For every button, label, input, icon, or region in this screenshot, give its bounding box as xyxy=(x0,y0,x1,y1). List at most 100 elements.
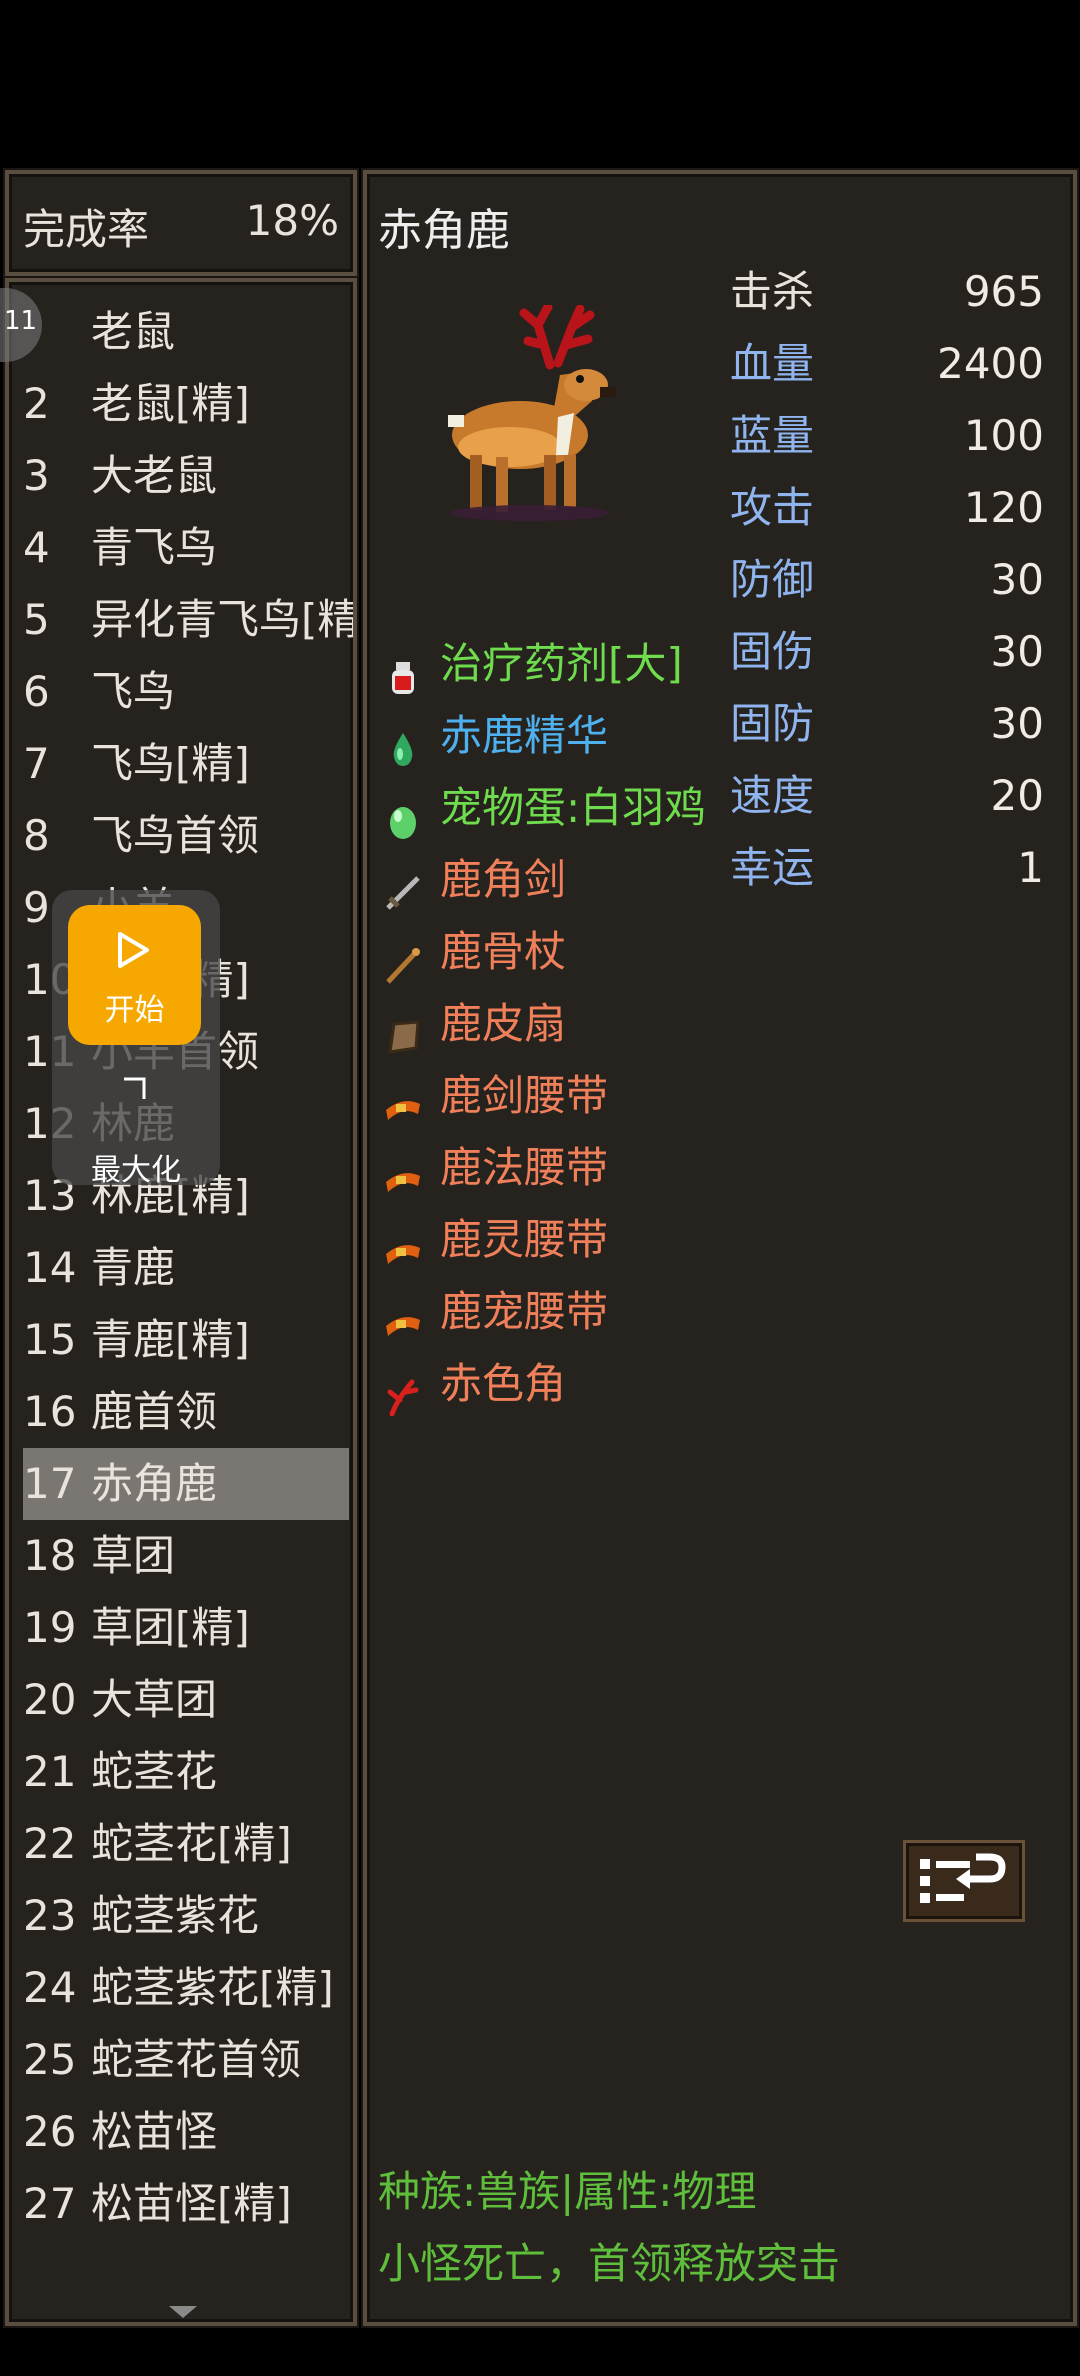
belt-icon xyxy=(384,1294,422,1336)
list-item-name: 蛇茎花[精] xyxy=(91,1819,292,1868)
list-item-number: 17 xyxy=(23,1459,77,1508)
stat-value: 30 xyxy=(990,699,1044,748)
list-item[interactable]: 6 飞鸟 xyxy=(23,656,349,728)
list-item[interactable]: 26 松苗怪 xyxy=(23,2096,349,2168)
list-item[interactable]: 21 蛇茎花 xyxy=(23,1736,349,1808)
list-item-name: 青鹿[精] xyxy=(91,1315,250,1364)
list-item-name: 松苗怪 xyxy=(91,2107,218,2156)
list-item[interactable]: 8 飞鸟首领 xyxy=(23,800,349,872)
list-item-name: 飞鸟 xyxy=(91,667,176,716)
list-item[interactable]: 15 青鹿[精] xyxy=(23,1304,349,1376)
sword-icon xyxy=(384,862,422,910)
list-item-number: 14 xyxy=(23,1243,77,1292)
stat-row: 防御 30 xyxy=(730,544,1044,616)
list-item[interactable]: 27 松苗怪[精] xyxy=(23,2168,349,2240)
stat-label: 固伤 xyxy=(730,627,815,676)
stat-row: 血量 2400 xyxy=(730,328,1044,400)
list-item-name: 鹿首领 xyxy=(91,1387,218,1436)
list-item-name: 老鼠 xyxy=(91,307,176,356)
stat-value: 965 xyxy=(963,267,1044,316)
list-item[interactable]: 5 异化青飞鸟[精] xyxy=(23,584,353,656)
list-item-number: 4 xyxy=(23,523,50,572)
list-item-number: 5 xyxy=(23,595,50,644)
drop-item-name: 鹿灵腰带 xyxy=(440,1215,609,1264)
list-item-name: 老鼠[精] xyxy=(91,379,250,428)
list-item-number: 7 xyxy=(23,739,50,788)
list-item-number: 15 xyxy=(23,1315,77,1364)
start-label: 开始 xyxy=(104,993,165,1028)
stat-label: 固防 xyxy=(730,699,815,748)
list-item-number: 22 xyxy=(23,1819,77,1868)
stat-value: 30 xyxy=(990,555,1044,604)
list-item-name: 蛇茎花首领 xyxy=(91,2035,302,2084)
stat-row: 击杀 965 xyxy=(730,256,1044,328)
maximize-label[interactable]: 最大化 xyxy=(52,1145,220,1189)
list-item-name: 青鹿 xyxy=(91,1243,176,1292)
list-item-name: 草团[精] xyxy=(91,1603,250,1652)
list-item-name: 大老鼠 xyxy=(91,451,218,500)
essence-drop-icon xyxy=(384,718,422,766)
drop-item-name: 鹿剑腰带 xyxy=(440,1071,609,1120)
deer-sprite-icon xyxy=(448,305,616,521)
list-item-name: 大草团 xyxy=(91,1675,218,1724)
stat-row: 固伤 30 xyxy=(730,616,1044,688)
list-item-name: 蛇茎紫花[精] xyxy=(91,1963,334,2012)
back-button[interactable] xyxy=(903,1840,1025,1922)
monster-list[interactable]: 老鼠 2 老鼠[精] 3 大老鼠 4 青飞鸟 5 异化青飞鸟[精] 6 飞鸟 7 飞鸟[精] 8 飞鸟首领 9… xyxy=(5,278,357,2326)
list-item-name: 蛇茎花 xyxy=(91,1747,218,1796)
list-item[interactable]: 7 飞鸟[精] xyxy=(23,728,349,800)
list-item[interactable]: 3 大老鼠 xyxy=(23,440,349,512)
list-item-name: 异化青飞鸟[精] xyxy=(91,595,357,644)
list-item-number: 21 xyxy=(23,1747,77,1796)
list-item-number: 3 xyxy=(23,451,50,500)
drop-item-name: 鹿骨杖 xyxy=(440,927,567,976)
stat-value: 30 xyxy=(990,627,1044,676)
list-item[interactable]: 16 鹿首领 xyxy=(23,1376,349,1448)
belt-icon xyxy=(384,1078,422,1120)
list-item[interactable]: 24 蛇茎紫花[精] xyxy=(23,1952,349,2024)
list-item[interactable]: 2 老鼠[精] xyxy=(23,368,349,440)
list-item[interactable]: 老鼠 xyxy=(23,296,349,368)
list-item[interactable]: 20 大草团 xyxy=(23,1664,349,1736)
stat-label: 防御 xyxy=(730,555,815,604)
monster-name: 赤角鹿 xyxy=(378,205,510,256)
list-item[interactable]: 17 赤角鹿 xyxy=(23,1448,349,1520)
maximize-icon[interactable] xyxy=(120,1075,150,1105)
list-item-number: 16 xyxy=(23,1387,77,1436)
play-icon xyxy=(118,932,149,968)
list-item[interactable]: 23 蛇茎紫花 xyxy=(23,1880,349,1952)
list-item-name: 赤角鹿 xyxy=(91,1459,218,1508)
fan-icon xyxy=(384,1006,422,1054)
list-item-number: 8 xyxy=(23,811,50,860)
stat-row: 幸运 1 xyxy=(730,832,1044,904)
start-button[interactable]: 开始 xyxy=(68,905,201,1045)
list-item[interactable]: 4 青飞鸟 xyxy=(23,512,349,584)
drop-item-name: 鹿宠腰带 xyxy=(440,1287,609,1336)
list-item-name: 飞鸟首领 xyxy=(91,811,260,860)
list-item[interactable]: 19 草团[精] xyxy=(23,1592,349,1664)
stat-label: 蓝量 xyxy=(730,411,815,460)
stat-row: 固防 30 xyxy=(730,688,1044,760)
belt-icon xyxy=(384,1150,422,1192)
pet-egg-icon xyxy=(384,790,422,839)
skill-description-line: 小怪死亡，首领释放突击 xyxy=(378,2239,841,2288)
stat-label: 攻击 xyxy=(730,483,815,532)
list-item[interactable]: 22 蛇茎花[精] xyxy=(23,1808,349,1880)
list-item-number: 20 xyxy=(23,1675,77,1724)
list-item[interactable]: 14 青鹿 xyxy=(23,1232,349,1304)
stat-value: 2400 xyxy=(937,339,1044,388)
staff-icon xyxy=(384,934,422,984)
list-item[interactable]: 25 蛇茎花首领 xyxy=(23,2024,349,2096)
stat-value: 20 xyxy=(990,771,1044,820)
drop-item-name: 宠物蛋:白羽鸡 xyxy=(440,783,707,832)
scroll-down-icon[interactable] xyxy=(169,2306,197,2318)
drop-item-name: 赤鹿精华 xyxy=(440,711,609,760)
list-item[interactable]: 18 草团 xyxy=(23,1520,349,1592)
list-item-name: 飞鸟[精] xyxy=(91,739,250,788)
completion-label: 完成率 xyxy=(23,205,150,254)
red-horn-icon xyxy=(384,1366,422,1417)
list-item-name: 青飞鸟 xyxy=(91,523,218,572)
stat-label: 速度 xyxy=(730,771,815,820)
stat-label: 血量 xyxy=(730,339,815,388)
completion-panel: 完成率 18% xyxy=(5,170,357,276)
